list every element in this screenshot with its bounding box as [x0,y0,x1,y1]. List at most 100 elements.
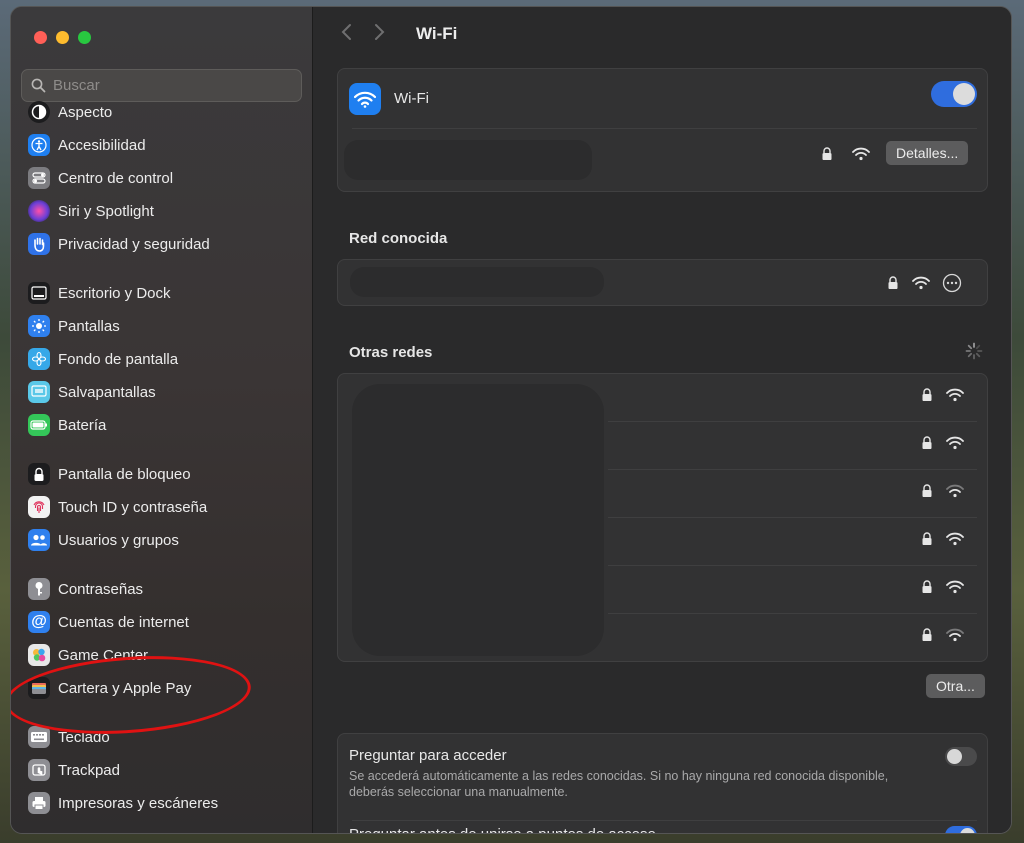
wifi-app-icon [349,83,381,115]
ask-join-title: Preguntar para acceder [349,747,507,764]
sidebar-item-impresoras[interactable]: Impresoras y escáneres [28,788,298,818]
zoom-button[interactable] [78,31,91,44]
battery-icon [28,414,50,436]
sidebar-item-label: Escritorio y Dock [58,284,171,302]
trackpad-icon [28,759,50,781]
sidebar-item-siri[interactable]: Siri y Spotlight [28,196,298,226]
lock-icon [822,147,832,160]
sidebar-item-label: Pantalla de bloqueo [58,465,191,483]
sidebar-item-accesibilidad[interactable]: Accesibilidad [28,130,298,160]
page-title: Wi-Fi [416,24,458,43]
sidebar-item-salvapantallas[interactable]: Salvapantallas [28,377,298,407]
sidebar-item-privacidad[interactable]: Privacidad y seguridad [28,229,298,259]
sidebar-item-escritorio-dock[interactable]: Escritorio y Dock [28,278,298,308]
sidebar-item-label: Impresoras y escáneres [58,794,219,812]
other-network-button[interactable]: Otra... [926,674,985,698]
sidebar-item-cuentas[interactable]: @ Cuentas de internet [28,607,298,637]
network-row[interactable] [338,470,987,518]
sidebar-item-label: Accesibilidad [58,136,146,154]
sidebar-item-fondo[interactable]: Fondo de pantalla [28,344,298,374]
sidebar-item-touch-id[interactable]: Touch ID y contraseña [28,492,298,522]
printer-icon [28,792,50,814]
sidebar-item-label: Aspecto [58,103,113,121]
sidebar-item-label: Usuarios y grupos [58,531,179,549]
sidebar-item-label: Cuentas de internet [58,613,189,631]
details-button[interactable]: Detalles... [886,141,969,165]
sidebar-item-bloqueo[interactable]: Pantalla de bloqueo [28,459,298,489]
network-row[interactable] [338,566,987,614]
sidebar-item-contrasenas[interactable]: Contraseñas [28,574,298,604]
known-network-card[interactable] [337,259,988,306]
sidebar-item-label: Batería [58,416,107,434]
screensaver-icon [28,381,50,403]
settings-window: Aspecto Accesibilidad Centro de control … [10,6,1012,834]
wifi-signal-icon [946,388,964,407]
main-panel: Wi-Fi Wi-Fi Detalles... Red conocida Otr… [314,7,1011,833]
sidebar-item-aspecto[interactable]: Aspecto [28,97,298,127]
siri-icon [28,200,50,222]
sidebar-item-label: Contraseñas [58,580,144,598]
sidebar-item-label: Cartera y Apple Pay [58,679,192,697]
divider [352,820,977,821]
search-icon [31,78,46,93]
sidebar-item-centro-de-control[interactable]: Centro de control [28,163,298,193]
network-row[interactable] [338,422,987,470]
minimize-button[interactable] [56,31,69,44]
sidebar-item-cartera[interactable]: Cartera y Apple Pay [28,673,298,703]
search-input[interactable] [53,77,283,94]
network-row[interactable] [338,374,987,422]
sidebar-item-label: Pantallas [58,317,120,335]
lock-icon [921,532,933,551]
wifi-signal-icon [946,436,964,455]
users-icon [28,529,50,551]
more-options-icon[interactable] [942,273,962,293]
sidebar-item-trackpad[interactable]: Trackpad [28,755,298,785]
loading-spinner-icon [965,342,983,360]
lock-icon [921,388,933,407]
sidebar-item-label: Privacidad y seguridad [58,235,210,253]
back-chevron-icon[interactable] [340,23,352,45]
ask-join-toggle[interactable] [945,747,977,766]
sidebar-item-bateria[interactable]: Batería [28,410,298,440]
flower-icon [28,348,50,370]
sidebar-item-pantallas[interactable]: Pantallas [28,311,298,341]
wifi-signal-icon [946,532,964,551]
network-row[interactable] [338,614,987,662]
sidebar-item-game-center[interactable]: Game Center [28,640,298,670]
wifi-toggle[interactable] [931,81,977,107]
control-center-icon [28,167,50,189]
key-icon [28,578,50,600]
ask-hotspot-toggle[interactable] [945,826,977,833]
sun-icon [28,315,50,337]
wifi-signal-icon [946,484,964,503]
sidebar-item-label: Touch ID y contraseña [58,498,208,516]
sidebar-item-usuarios[interactable]: Usuarios y grupos [28,525,298,555]
lock-icon [921,580,933,599]
sidebar-item-label: Game Center [58,646,149,664]
wallet-icon [28,677,50,699]
lock-icon [921,436,933,455]
known-network-heading: Red conocida [349,230,448,247]
sidebar-item-label: Teclado [58,728,110,746]
lock-icon [921,484,933,503]
sidebar-item-label: Siri y Spotlight [58,202,154,220]
ask-join-card: Preguntar para acceder Se accederá autom… [337,733,988,833]
at-icon: @ [28,611,50,633]
network-row[interactable] [338,518,987,566]
ask-join-description: Se accederá automáticamente a las redes … [349,769,889,799]
sidebar-item-label: Centro de control [58,169,174,187]
sidebar: Aspecto Accesibilidad Centro de control … [11,7,313,833]
sidebar-item-label: Fondo de pantalla [58,350,179,368]
dock-icon [28,282,50,304]
sidebar-item-teclado[interactable]: Teclado [28,722,298,752]
fingerprint-icon [28,496,50,518]
wifi-signal-icon [946,628,964,647]
lock-icon [921,628,933,647]
keyboard-icon [28,726,50,748]
lock-icon [888,276,898,289]
lock-icon [28,463,50,485]
appearance-icon [28,101,50,123]
other-networks-card [337,373,988,662]
close-button[interactable] [34,31,47,44]
forward-chevron-icon[interactable] [374,23,386,45]
